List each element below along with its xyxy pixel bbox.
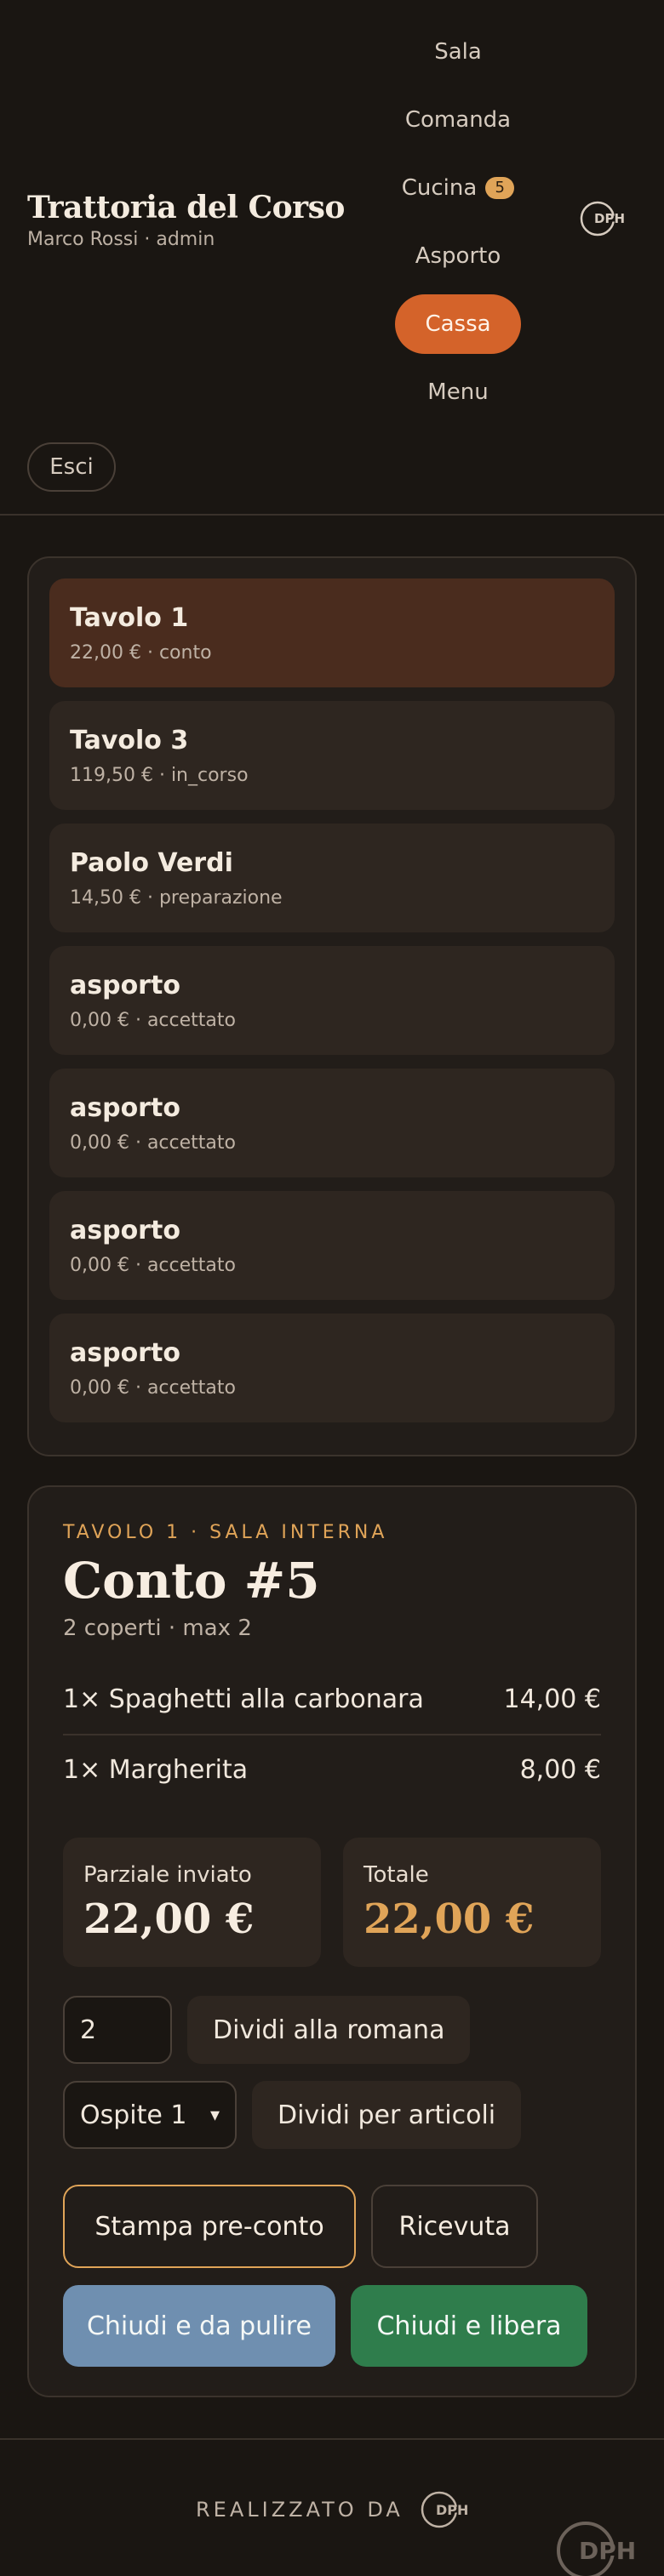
dph-watermark-icon: DPH xyxy=(557,2522,650,2576)
item-price: 8,00 € xyxy=(519,1754,601,1785)
logout-button[interactable]: Esci xyxy=(27,442,116,492)
order-name: Tavolo 1 xyxy=(70,603,189,633)
order-card[interactable]: asporto 0,00 € · accettato xyxy=(49,946,615,1055)
close-and-clean-button[interactable]: Chiudi e da pulire xyxy=(63,2285,335,2367)
order-name: Tavolo 3 xyxy=(70,726,189,755)
guest-select[interactable]: Ospite 1 ▾ xyxy=(63,2081,237,2149)
app-header: Trattoria del Corso Marco Rossi · admin … xyxy=(0,0,664,516)
total-label: Totale xyxy=(363,1862,429,1888)
order-card[interactable]: Paolo Verdi 14,50 € · preparazione xyxy=(49,824,615,932)
brand: Trattoria del Corso Marco Rossi · admin xyxy=(27,187,345,252)
nav-item-sala[interactable]: Sala xyxy=(395,22,521,82)
print-actions: Stampa pre-conto Ricevuta xyxy=(63,2185,601,2268)
dph-logo-icon: DPH xyxy=(580,201,638,237)
bill-item-row: 1× Margherita 8,00 € xyxy=(63,1734,601,1804)
dph-logo-icon[interactable]: DPH xyxy=(419,2488,485,2532)
order-card[interactable]: asporto 0,00 € · accettato xyxy=(49,1069,615,1177)
split-roman-row: Dividi alla romana xyxy=(63,1996,601,2064)
bill-item-row: 1× Spaghetti alla carbonara 14,00 € xyxy=(63,1664,601,1734)
open-orders-panel: Tavolo 1 22,00 € · conto Tavolo 3 119,50… xyxy=(27,556,637,1456)
total-value: 22,00 € xyxy=(363,1895,535,1943)
bill-panel: TAVOLO 1 · SALA INTERNA Conto #5 2 coper… xyxy=(27,1485,637,2397)
split-items-row: Ospite 1 ▾ Dividi per articoli xyxy=(63,2081,601,2149)
order-meta: 0,00 € · accettato xyxy=(70,1255,236,1276)
order-name: asporto xyxy=(70,1216,180,1245)
partial-label: Parziale inviato xyxy=(83,1862,252,1888)
split-roman-button[interactable]: Dividi alla romana xyxy=(187,1996,471,2064)
main-nav: Sala Comanda Cucina 5 Asporto Cassa Menu xyxy=(395,22,521,430)
restaurant-name: Trattoria del Corso xyxy=(27,190,345,225)
print-preconto-button[interactable]: Stampa pre-conto xyxy=(63,2185,356,2268)
order-card[interactable]: asporto 0,00 € · accettato xyxy=(49,1314,615,1422)
chevron-down-icon: ▾ xyxy=(209,2104,220,2126)
bill-title: Conto #5 xyxy=(63,1552,320,1610)
order-meta: 0,00 € · accettato xyxy=(70,1010,236,1031)
logo-text: DPH xyxy=(594,211,625,226)
order-name: asporto xyxy=(70,1338,180,1368)
logo-text: DPH xyxy=(436,2502,468,2518)
split-count-input[interactable] xyxy=(63,1996,172,2064)
guest-select-value: Ospite 1 xyxy=(80,2100,187,2130)
order-card[interactable]: Tavolo 3 119,50 € · in_corso xyxy=(49,701,615,810)
bill-items: 1× Spaghetti alla carbonara 14,00 € 1× M… xyxy=(63,1664,601,1804)
close-actions: Chiudi e da pulire Chiudi e libera xyxy=(63,2285,601,2367)
item-price: 14,00 € xyxy=(503,1684,601,1714)
nav-label: Sala xyxy=(434,39,482,65)
svg-text:DPH: DPH xyxy=(579,2537,636,2565)
user-info: Marco Rossi · admin xyxy=(27,229,215,250)
nav-label: Menu xyxy=(427,379,489,405)
credit-text: REALIZZATO DA xyxy=(196,2498,404,2522)
cucina-count-badge: 5 xyxy=(485,177,515,199)
nav-label: Asporto xyxy=(415,243,501,269)
partial-sent-box: Parziale inviato 22,00 € xyxy=(63,1838,321,1967)
order-card[interactable]: asporto 0,00 € · accettato xyxy=(49,1191,615,1300)
nav-item-comanda[interactable]: Comanda xyxy=(395,90,521,150)
receipt-button[interactable]: Ricevuta xyxy=(371,2185,538,2268)
credit: REALIZZATO DA DPH xyxy=(196,2488,485,2532)
nav-label: Cassa xyxy=(425,311,491,337)
order-meta: 14,50 € · preparazione xyxy=(70,887,283,909)
item-label: 1× Spaghetti alla carbonara xyxy=(63,1684,424,1714)
order-name: asporto xyxy=(70,1093,180,1123)
order-meta: 119,50 € · in_corso xyxy=(70,765,249,786)
footer: REALIZZATO DA DPH DPH xyxy=(0,2438,664,2576)
nav-item-cucina[interactable]: Cucina 5 xyxy=(395,158,521,218)
totals: Parziale inviato 22,00 € Totale 22,00 € xyxy=(63,1838,601,1967)
partial-value: 22,00 € xyxy=(83,1895,255,1943)
order-name: Paolo Verdi xyxy=(70,848,233,878)
nav-item-asporto[interactable]: Asporto xyxy=(395,226,521,286)
order-meta: 0,00 € · accettato xyxy=(70,1377,236,1399)
split-items-button[interactable]: Dividi per articoli xyxy=(252,2081,522,2149)
order-name: asporto xyxy=(70,971,180,1000)
order-card[interactable]: Tavolo 1 22,00 € · conto xyxy=(49,578,615,687)
nav-label: Comanda xyxy=(404,107,512,133)
covers-info: 2 coperti · max 2 xyxy=(63,1616,252,1641)
order-meta: 0,00 € · accettato xyxy=(70,1132,236,1154)
nav-item-menu[interactable]: Menu xyxy=(395,362,521,422)
table-location: TAVOLO 1 · SALA INTERNA xyxy=(63,1522,388,1543)
nav-item-cassa[interactable]: Cassa xyxy=(395,294,521,354)
close-and-free-button[interactable]: Chiudi e libera xyxy=(351,2285,587,2367)
nav-label: Cucina xyxy=(401,175,478,201)
order-meta: 22,00 € · conto xyxy=(70,642,212,664)
total-box: Totale 22,00 € xyxy=(343,1838,601,1967)
item-label: 1× Margherita xyxy=(63,1754,249,1785)
